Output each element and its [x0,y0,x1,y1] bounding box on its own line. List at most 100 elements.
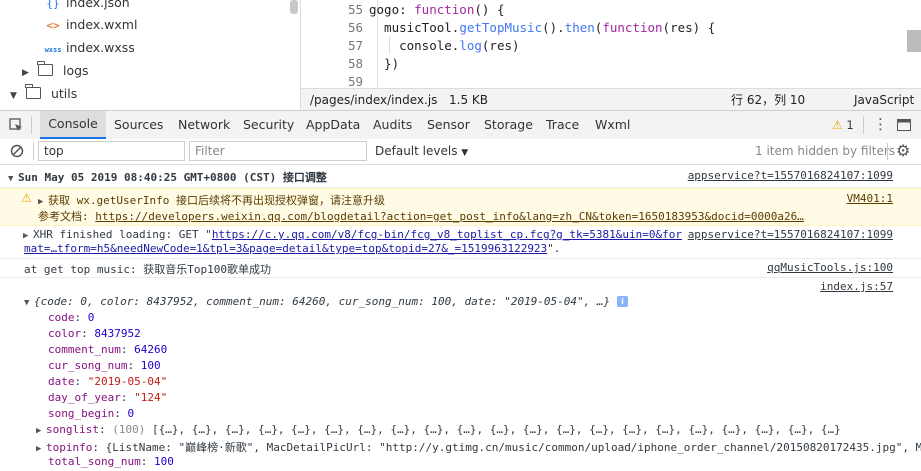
file-item-index-wxss[interactable]: wxss index.wxss [44,37,135,59]
levels-label: Default levels [375,144,458,158]
folder-label: utils [50,86,78,101]
file-path: /pages/index/index.js [310,93,438,107]
filter-input[interactable]: Filter [189,141,367,161]
doc-label: 参考文档: [38,210,96,223]
tab-audits[interactable]: Audits [373,111,412,139]
source-link[interactable]: index.js:57 [820,280,893,293]
dock-side-icon[interactable] [897,119,911,131]
console-warning[interactable]: ⚠ ▶ 获取 wx.getUserInfo 接口后续将不再出现授权弹窗，请注意升级… [0,188,921,226]
tab-sensor[interactable]: Sensor [427,111,470,139]
chevron-down-icon: ▼ [8,174,14,184]
object-prop: date: "2019-05-04" [48,375,168,388]
file-label: index.wxml [65,17,138,32]
tab-security[interactable]: Security [243,111,294,139]
folder-icon [37,61,53,76]
context-selector[interactable]: top [38,141,185,161]
folder-label: logs [62,63,89,78]
wxss-file-icon: wxss [44,46,62,54]
tab-appdata[interactable]: AppData [306,111,360,139]
chevron-right-icon[interactable]: ▶ [22,62,34,84]
console-toolbar: top Filter Default levels ▼ 1 item hidde… [0,139,921,165]
folder-item-logs[interactable]: ▶ logs [22,60,89,82]
file-item-index-wxml[interactable]: <> index.wxml [44,14,137,36]
code-editor[interactable]: 55 56 57 58 59 gogo: function() { musicT… [301,0,921,89]
line-number: 59 [347,74,363,89]
tab-storage[interactable]: Storage [484,111,533,139]
tab-divider [31,116,32,134]
xhr-url-cont[interactable]: mat=…tform=h5&needNewCode=1&tpl=3&page=d… [24,242,547,255]
filter-placeholder: Filter [195,144,225,158]
object-prop: cur_song_num: 100 [48,359,161,372]
object-summary[interactable]: ▼ {code: 0, color: 8437952, comment_num: … [24,295,610,308]
chevron-right-icon: ▶ [36,444,42,454]
chevron-down-icon: ▼ [24,298,30,308]
tab-console[interactable]: Console [40,111,106,139]
prop-key: topinfo [46,441,93,454]
console-xhr-message[interactable]: ▶ XHR finished loading: GET "https://c.y.… [0,225,921,259]
warning-line-1: ▶ 获取 wx.getUserInfo 接口后续将不再出现授权弹窗，请注意升级 [38,192,385,208]
more-options-icon[interactable]: ⋮ [873,115,888,133]
toolbar-divider [887,143,888,160]
log-levels-dropdown[interactable]: Default levels ▼ [375,143,468,161]
warning-counter[interactable]: ⚠ 1 [832,117,854,133]
file-label: index.wxss [65,40,135,55]
file-item-index-json[interactable]: {} index.json [44,0,130,14]
log-text: at get top music: 获取音乐Top100歌单成功 [24,263,271,276]
file-tree: {} index.json <> index.wxml wxss index.w… [0,0,301,110]
object-prop: total_song_num: 100 [48,455,174,468]
folder-item-utils[interactable]: ▼ utils [10,83,77,105]
hidden-items-note: 1 item hidden by filters [755,144,896,158]
prop-key: code [48,311,75,324]
tab-network[interactable]: Network [178,111,230,139]
source-link[interactable]: qqMusicTools.js:100 [767,261,893,274]
info-icon[interactable]: i [617,296,628,307]
inspect-element-icon[interactable] [9,118,24,133]
xhr-prefix: XHR finished loading: GET " [33,228,212,241]
editor-scrollbar[interactable] [907,30,921,52]
chevron-right-icon[interactable]: ▶ [23,231,33,241]
warning-line-2: 参考文档: https://developers.weixin.qq.com/b… [38,208,804,224]
object-prop: song_begin: 0 [48,407,135,420]
cursor-position[interactable]: 行 62，列 10 [731,89,805,111]
prop-value: 100 [153,455,174,468]
clear-console-icon[interactable] [10,144,24,158]
devtools-tab-bar: Console Sources Network Security AppData… [0,110,921,140]
source-link[interactable]: VM401:1 [847,192,893,205]
folder-icon [25,84,41,99]
array-count: (100) [112,423,146,436]
code-line: gogo: function() { [369,2,505,17]
prop-value: 8437952 [94,327,141,340]
console-group-header[interactable]: ▼ Sun May 05 2019 08:40:25 GMT+0800 (CST)… [0,165,921,188]
console-object-message: index.js:57 ▼ {code: 0, color: 8437952, c… [0,278,921,471]
doc-link[interactable]: https://developers.weixin.qq.com/blogdet… [95,210,804,223]
xhr-url[interactable]: https://c.y.qq.com/v8/fcg-bin/fcg_v8_top… [212,228,682,241]
line-number: 56 [347,20,363,35]
object-prop-songlist[interactable]: ▶ songlist: (100) [{…}, {…}, {…}, {…}, {…… [36,423,841,436]
prop-key: color [48,327,82,340]
prop-value: 0 [87,311,95,324]
file-tree-scrollbar[interactable] [290,0,298,14]
chevron-down-icon[interactable]: ▼ [10,85,22,107]
warning-count: 1 [846,118,854,132]
warning-icon: ⚠ [832,118,843,132]
array-preview: [{…}, {…}, {…}, {…}, {…}, {…}, {…}, {…},… [151,423,841,436]
source-link[interactable]: appservice?t=1557016824107:1099 [688,169,893,182]
prop-key: total_song_num [48,455,141,468]
language-mode[interactable]: JavaScript [854,89,914,111]
group-toggle[interactable]: ▼ Sun May 05 2019 08:40:25 GMT+0800 (CST)… [8,169,327,185]
xhr-line-2: mat=…tform=h5&needNewCode=1&tpl=3&page=d… [24,242,560,255]
toolbar-divider [33,143,34,160]
source-link[interactable]: appservice?t=1557016824107:1099 [685,228,893,241]
tab-divider [863,116,864,134]
file-size: 1.5 KB [449,93,488,107]
settings-gear-icon[interactable]: ⚙ [896,141,910,161]
chevron-right-icon[interactable]: ▶ [38,197,48,207]
tab-sources[interactable]: Sources [114,111,163,139]
object-prop-topinfo[interactable]: ▶ topinfo: {ListName: "巅峰榜·新歌", MacDetail… [36,439,921,455]
tab-trace[interactable]: Trace [546,111,579,139]
editor-status-bar: /pages/index/index.js 1.5 KB 行 62，列 10 J… [301,88,921,111]
chevron-right-icon: ▶ [36,426,42,436]
file-label: index.json [65,0,130,10]
tab-wxml[interactable]: Wxml [595,111,630,139]
object-prop: comment_num: 64260 [48,343,168,356]
